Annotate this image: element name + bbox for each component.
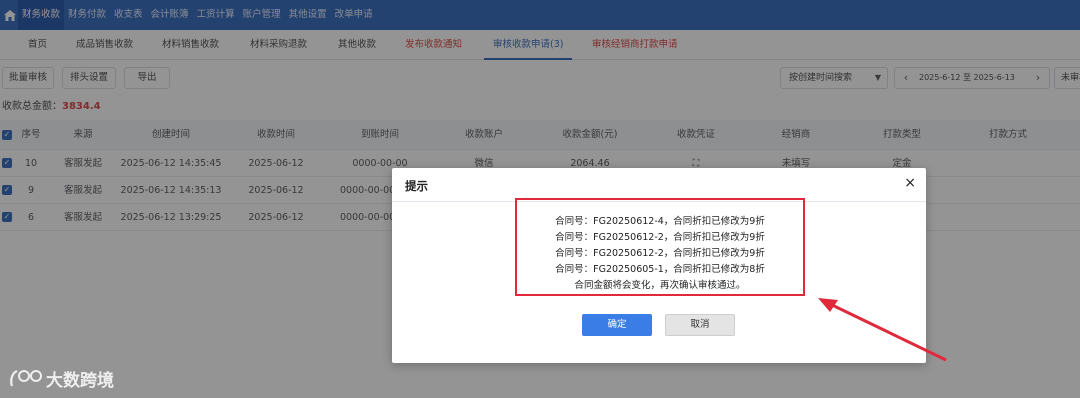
- watermark-logo: 大数跨境: [8, 366, 114, 391]
- annotation-arrow-icon: [818, 298, 947, 362]
- watermark-logo-icon: [10, 369, 42, 386]
- watermark-text: 大数跨境: [46, 371, 114, 391]
